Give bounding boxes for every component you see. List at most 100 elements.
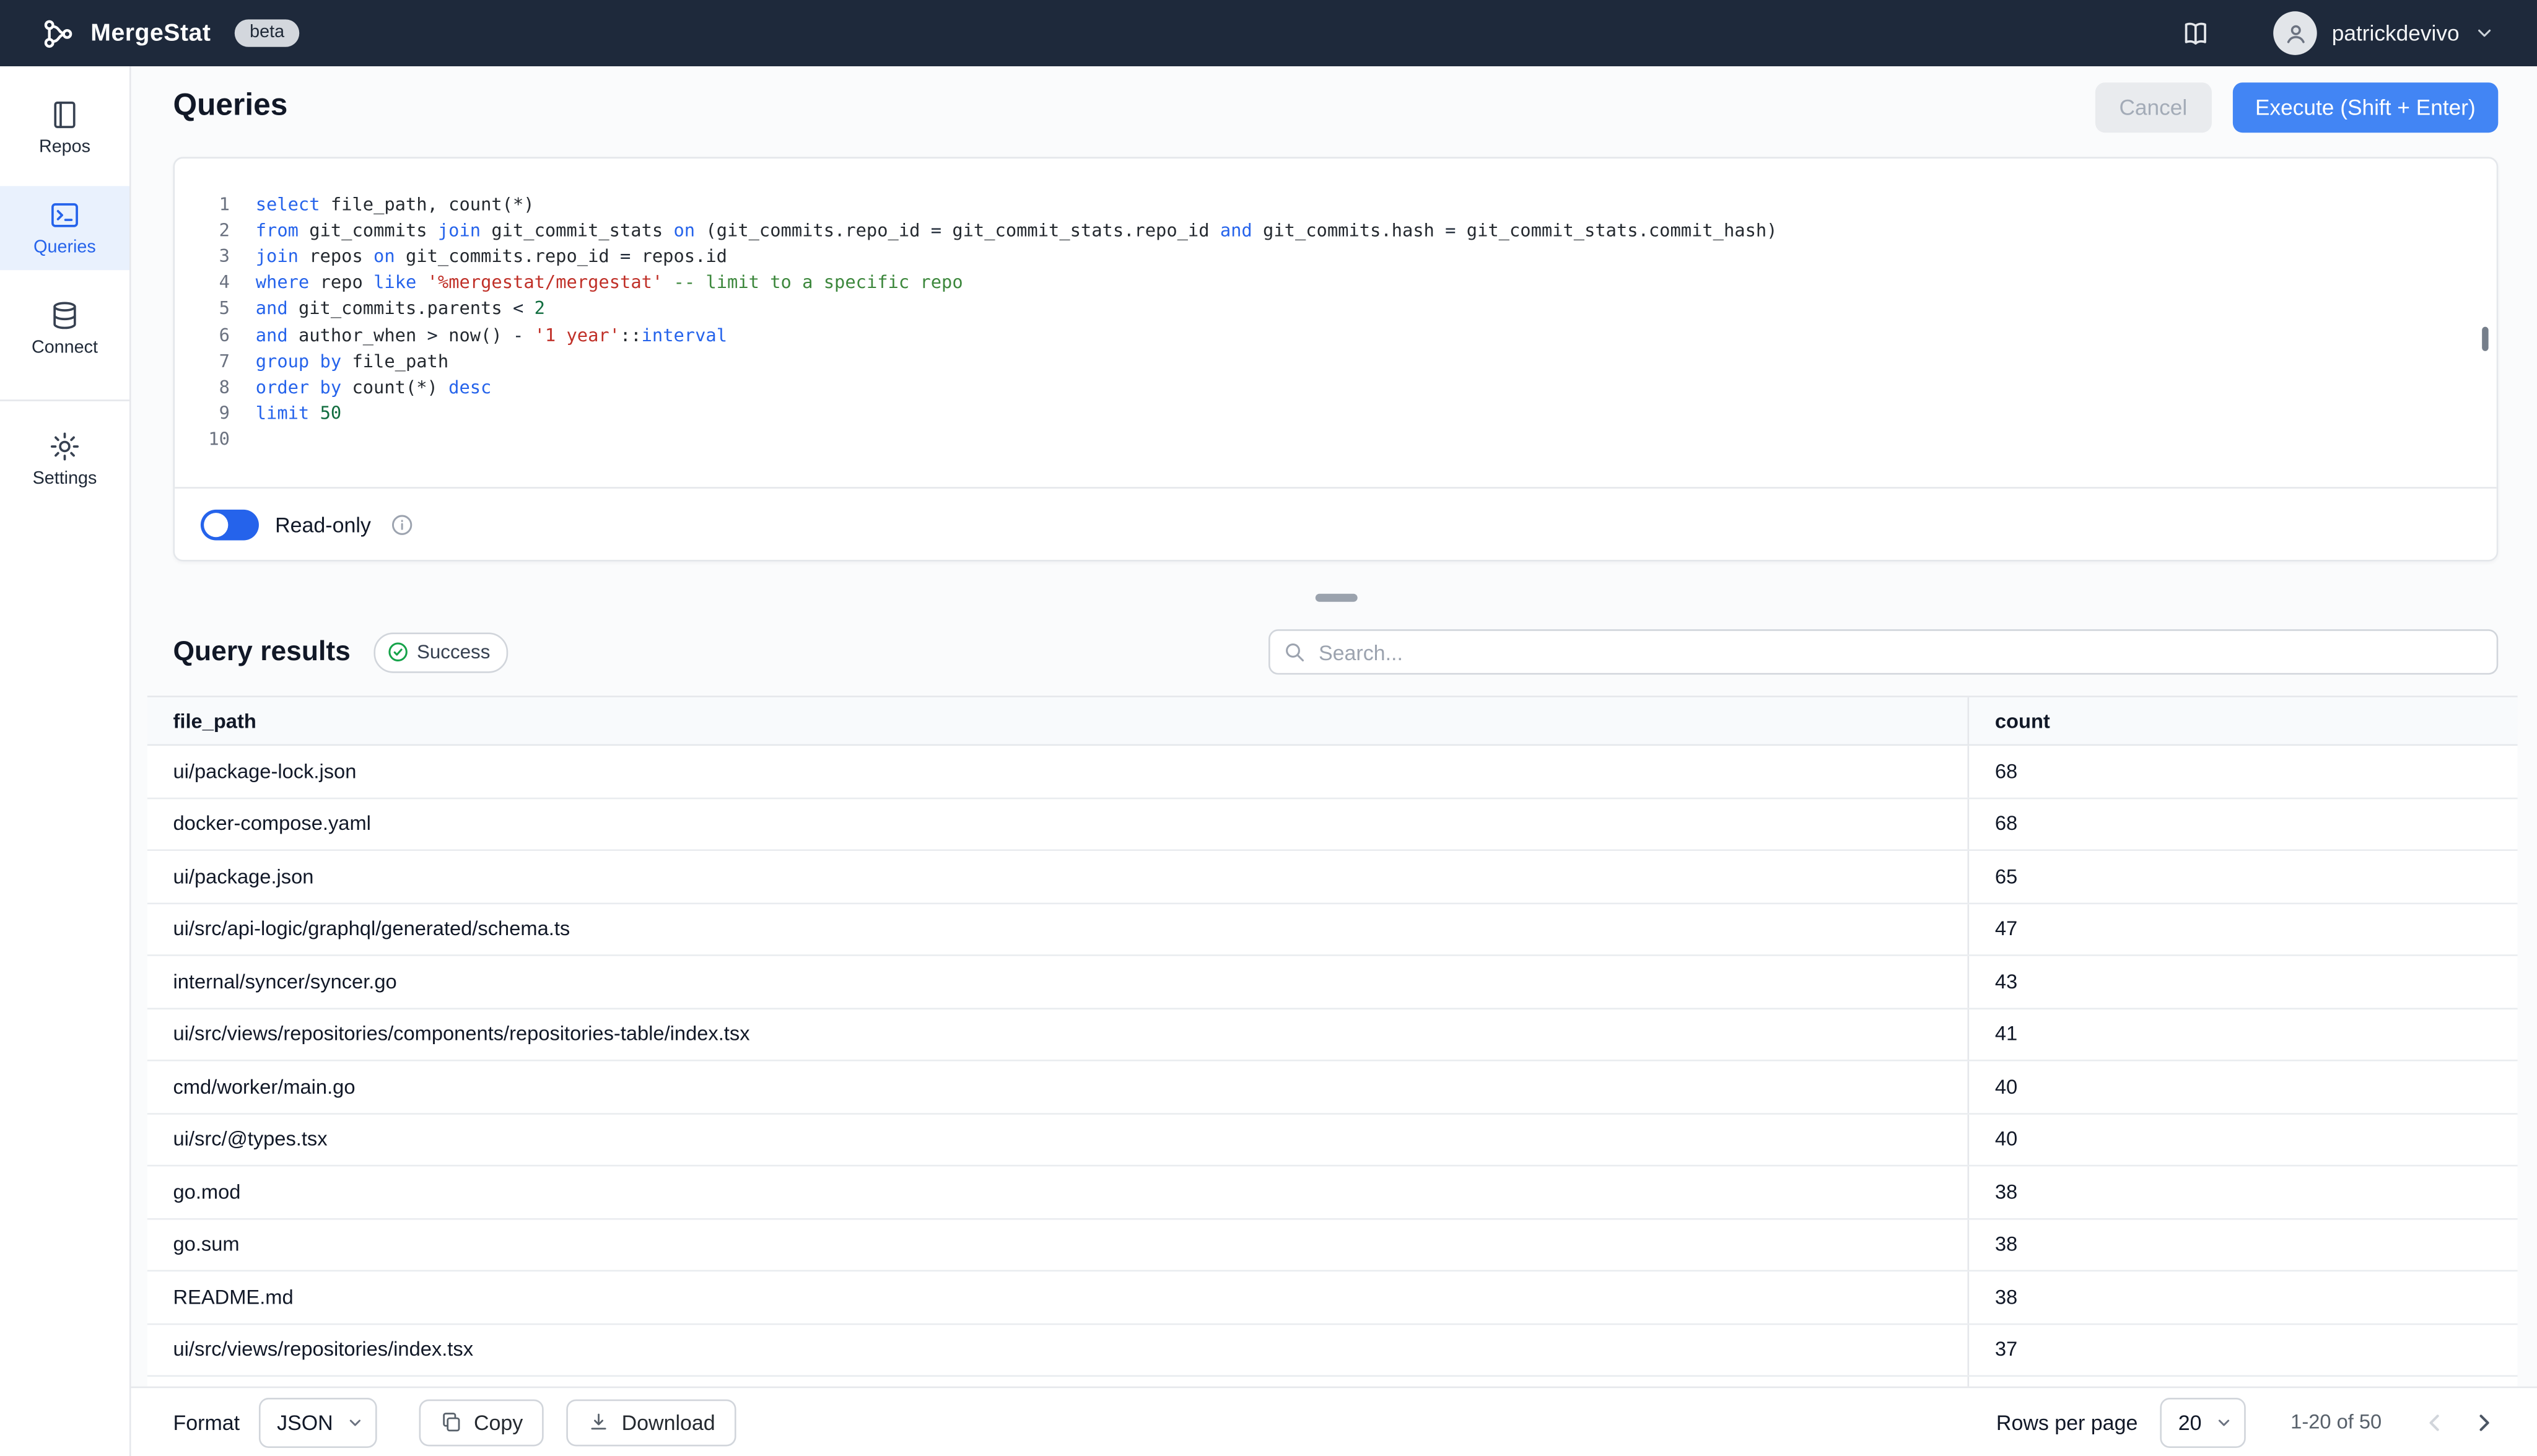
search-input[interactable] — [1268, 629, 2498, 674]
column-header-count: count — [1967, 697, 2517, 744]
terminal-icon — [48, 199, 81, 231]
count-cell: 38 — [1967, 1166, 2517, 1217]
rows-per-page-select[interactable]: 20 — [2160, 1397, 2245, 1447]
user-menu[interactable]: patrickdevivo — [2274, 11, 2495, 55]
rows-per-page-value: 20 — [2178, 1410, 2202, 1434]
chevron-down-icon — [346, 1413, 364, 1431]
download-label: Download — [622, 1410, 715, 1434]
code-lines: 1select file_path, count(*)2from git_com… — [175, 191, 2497, 453]
table-row: ui/package-lock.json68 — [147, 746, 2518, 798]
check-circle-icon — [386, 640, 409, 663]
code-line: 8order by count(*) desc — [175, 374, 2497, 400]
table-header-row: file_path count — [147, 695, 2518, 746]
line-number: 1 — [175, 193, 230, 214]
count-cell: 65 — [1967, 851, 2517, 902]
database-icon — [48, 299, 81, 331]
code-text: where repo like '%mergestat/mergestat' -… — [230, 272, 963, 293]
main: Queries Cancel Execute (Shift + Enter) 1… — [131, 66, 2537, 1456]
table-row: ui/src/@types.tsx40 — [147, 1114, 2518, 1167]
count-cell: 38 — [1967, 1271, 2517, 1322]
docs-book-icon[interactable] — [2180, 17, 2212, 49]
info-icon[interactable] — [390, 512, 414, 536]
code-line: 7group by file_path — [175, 348, 2497, 374]
prev-page-button[interactable] — [2421, 1408, 2448, 1436]
execute-button[interactable]: Execute (Shift + Enter) — [2232, 82, 2498, 132]
sidebar-item-repos[interactable]: Repos — [0, 85, 129, 170]
sidebar-item-queries[interactable]: Queries — [0, 186, 129, 270]
code-line: 3join repos on git_commits.repo_id = rep… — [175, 243, 2497, 269]
sidebar-item-label: Repos — [39, 137, 90, 157]
editor-scrollbar-thumb[interactable] — [2482, 327, 2488, 351]
count-cell: 47 — [1967, 904, 2517, 954]
sql-editor[interactable]: 1select file_path, count(*)2from git_com… — [175, 159, 2497, 487]
sidebar-item-label: Connect — [32, 338, 98, 357]
code-line: 9limit 50 — [175, 401, 2497, 427]
sidebar-item-connect[interactable]: Connect — [0, 286, 129, 370]
content: Queries Cancel Execute (Shift + Enter) 1… — [131, 66, 2537, 1387]
header-actions: Cancel Execute (Shift + Enter) — [2095, 82, 2498, 132]
count-cell: 40 — [1967, 1114, 2517, 1165]
table-row: go.mod38 — [147, 1166, 2518, 1219]
page-title: Queries — [173, 89, 288, 124]
code-line: 10 — [175, 427, 2497, 453]
line-number: 4 — [175, 272, 230, 293]
copy-button[interactable]: Copy — [419, 1398, 544, 1445]
results-table-body: ui/package-lock.json68docker-compose.yam… — [147, 746, 2518, 1386]
pagination-range: 1-20 of 50 — [2290, 1411, 2382, 1434]
table-row: go.sum38 — [147, 1219, 2518, 1271]
repos-icon — [48, 98, 81, 131]
format-value: JSON — [277, 1410, 333, 1434]
brand[interactable]: MergeStat — [40, 15, 211, 51]
brand-name: MergeStat — [90, 19, 211, 46]
count-cell: 38 — [1967, 1219, 2517, 1270]
topbar: MergeStat beta patrickdevivo — [0, 0, 2537, 66]
table-row: README.md38 — [147, 1271, 2518, 1324]
gear-icon — [48, 430, 81, 463]
line-number: 8 — [175, 377, 230, 398]
sidebar-item-label: Queries — [33, 238, 96, 257]
file-path-cell: ui/src/@types.tsx — [147, 1114, 1968, 1165]
file-path-cell: ui/package-lock.json — [147, 746, 1968, 796]
results-header: Query results Success — [173, 628, 2499, 676]
status-text: Success — [417, 640, 490, 663]
table-row: internal/syncer/syncer.go43 — [147, 956, 2518, 1009]
mergestat-logo — [40, 15, 76, 51]
count-cell: 68 — [1967, 798, 2517, 849]
user-icon — [2282, 20, 2308, 46]
resize-handle[interactable] — [1314, 594, 1356, 602]
table-row: cmd/worker/main.go40 — [147, 1061, 2518, 1114]
file-path-cell: README.md — [147, 1271, 1968, 1322]
table-row: docker-compose.yaml68 — [147, 798, 2518, 851]
file-path-cell: go.sum — [147, 1219, 1968, 1270]
line-number: 3 — [175, 246, 230, 267]
editor-footer: Read-only — [175, 487, 2497, 560]
download-button[interactable]: Download — [567, 1398, 736, 1445]
format-select[interactable]: JSON — [259, 1397, 377, 1447]
file-path-cell: ui/src/views/repositories/components/rep… — [147, 1009, 1968, 1060]
cancel-button[interactable]: Cancel — [2095, 82, 2211, 132]
chevron-left-icon — [2421, 1408, 2448, 1436]
count-cell: 40 — [1967, 1061, 2517, 1112]
code-line: 2from git_commits join git_commit_stats … — [175, 217, 2497, 243]
file-path-cell: ui/src/utils/constants.ts — [147, 1377, 1968, 1387]
beta-badge: beta — [235, 19, 299, 46]
count-cell: 41 — [1967, 1009, 2517, 1060]
next-page-button[interactable] — [2471, 1408, 2498, 1436]
count-cell: 34 — [1967, 1377, 2517, 1387]
code-text: and author_when > now() - '1 year'::inte… — [230, 325, 727, 346]
code-text: join repos on git_commits.repo_id = repo… — [230, 246, 727, 267]
page-header: Queries Cancel Execute (Shift + Enter) — [173, 66, 2499, 147]
topbar-right: patrickdevivo — [2180, 11, 2495, 55]
results-table: file_path count ui/package-lock.json68do… — [147, 695, 2518, 1386]
line-number: 10 — [175, 429, 230, 450]
user-name: patrickdevivo — [2332, 21, 2460, 45]
chevron-right-icon — [2471, 1408, 2498, 1436]
code-line: 6and author_when > now() - '1 year'::int… — [175, 322, 2497, 348]
file-path-cell: ui/src/views/repositories/index.tsx — [147, 1324, 1968, 1375]
count-cell: 37 — [1967, 1324, 2517, 1375]
file-path-cell: go.mod — [147, 1166, 1968, 1217]
sidebar-item-settings[interactable]: Settings — [0, 417, 129, 502]
sql-editor-card: 1select file_path, count(*)2from git_com… — [173, 157, 2499, 561]
readonly-toggle[interactable] — [201, 509, 259, 540]
code-text: limit 50 — [230, 403, 341, 424]
